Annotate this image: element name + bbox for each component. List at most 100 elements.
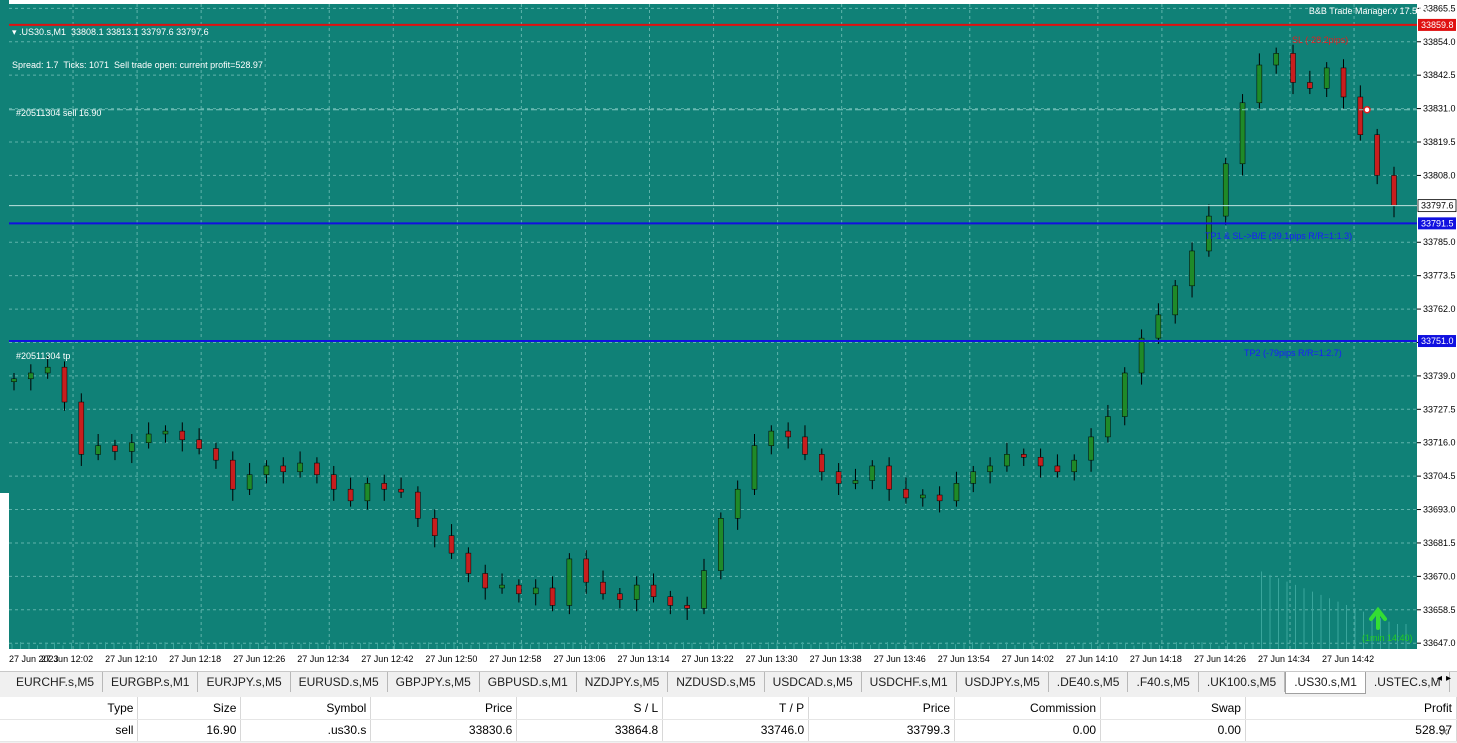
time-tick-label: 27 Jun 13:14 xyxy=(618,654,670,664)
candle-body xyxy=(1021,454,1027,458)
tab-eurgbp-s-m1[interactable]: EURGBP.s,M1 xyxy=(103,672,199,692)
candle-body xyxy=(1374,134,1380,176)
candle-body xyxy=(145,433,152,443)
order-label: #20511304 sell 16.90 xyxy=(16,108,102,118)
price-tick-label: 33716.0 xyxy=(1423,438,1456,448)
chart-window[interactable]: 33865.5 33854.0 33842.5 33831.0 33819.5 33808… xyxy=(0,0,1457,671)
smiley-icon xyxy=(1416,5,1427,16)
close-icon[interactable]: ✕ xyxy=(1440,726,1449,739)
current-price-label: 33797.6 xyxy=(1421,201,1454,211)
price-scale xyxy=(1417,0,1457,649)
tab-usdcad-s-m5[interactable]: USDCAD.s,M5 xyxy=(765,672,862,692)
candle-body xyxy=(768,430,775,446)
price-tick-label: 33704.5 xyxy=(1423,471,1456,481)
col-header[interactable]: Symbol xyxy=(240,697,372,720)
candle-body xyxy=(650,584,657,597)
plot-area xyxy=(9,4,1417,649)
candle-body xyxy=(61,366,68,403)
col-header[interactable]: Swap xyxy=(1100,697,1246,720)
candle-body xyxy=(1071,459,1077,473)
tab-eurjpy-s-m5[interactable]: EURJPY.s,M5 xyxy=(198,672,291,692)
col-header[interactable]: Size xyxy=(137,697,242,720)
time-tick-label: 27 Jun 12:34 xyxy=(297,654,349,664)
col-header[interactable]: T / P xyxy=(662,697,810,720)
tp2-text: TP2 (-79pips R/R=1:2.7) xyxy=(1244,348,1342,358)
col-header[interactable]: S / L xyxy=(516,697,664,720)
price-tick-label: 33831.0 xyxy=(1423,104,1456,114)
candle-body xyxy=(364,483,371,502)
candle-body xyxy=(583,558,589,583)
time-tick-label: 27 Jun 13:54 xyxy=(938,654,990,664)
table-row[interactable]: sell 16.90 .us30.s 33830.6 33864.8 33746.0 337… xyxy=(0,719,1457,742)
candle-body xyxy=(852,480,859,484)
time-tick-label: 27 Jun 12:50 xyxy=(425,654,477,664)
candle-body xyxy=(1256,64,1263,104)
table-cell: 0.00 xyxy=(1100,719,1246,742)
table-cell: 528.97 xyxy=(1245,719,1457,742)
price-tick-label: 33647.0 xyxy=(1423,638,1456,648)
candle-body xyxy=(1340,67,1347,98)
candle-body xyxy=(718,518,724,571)
symbol-header: ▾ .US30.s,M1 33808.1 33813.1 33797.6 337… xyxy=(12,27,209,37)
candle-body xyxy=(970,471,977,484)
candle-body xyxy=(448,535,455,554)
tp-label: #20511304 tp xyxy=(16,351,71,361)
candle-body xyxy=(1172,285,1178,316)
time-tick-label: 27 Jun 12:02 xyxy=(41,654,93,664)
table-cell: .us30.s xyxy=(240,719,372,742)
col-header[interactable]: Price xyxy=(370,697,518,720)
candle-body xyxy=(1273,53,1279,66)
candle-body xyxy=(785,430,791,438)
time-tick-label: 27 Jun 12:18 xyxy=(169,654,221,664)
table-cell: 33864.8 xyxy=(516,719,664,742)
sl-price-label: 33859.8 xyxy=(1421,20,1454,30)
table-cell: 0.00 xyxy=(954,719,1102,742)
col-header[interactable]: Profit xyxy=(1245,697,1457,720)
tab-de40-s-m5[interactable]: .DE40.s,M5 xyxy=(1049,672,1129,692)
col-header[interactable]: Price xyxy=(808,697,956,720)
tab-gbpusd-s-m1[interactable]: GBPUSD.s,M1 xyxy=(480,672,577,692)
price-tick-label: 33785.0 xyxy=(1423,237,1456,247)
tab-eurusd-s-m5[interactable]: EURUSD.s,M5 xyxy=(291,672,388,692)
price-tick-label: 33739.0 xyxy=(1423,371,1456,381)
tab-us30-s-m1[interactable]: .US30.s,M1 xyxy=(1285,672,1366,694)
tab-nzdusd-s-m5[interactable]: NZDUSD.s,M5 xyxy=(668,672,765,692)
candle-body xyxy=(802,436,808,455)
candle-body xyxy=(314,462,320,475)
price-tick-label: 33658.5 xyxy=(1423,605,1456,615)
tab-scroll-arrows[interactable]: ◂▸ xyxy=(1437,673,1455,684)
candle-body xyxy=(246,474,253,490)
chart-header: ▾ .US30.s,M1 33808.1 33813.1 33797.6 337… xyxy=(12,5,263,93)
candle-body xyxy=(1323,67,1330,89)
candle-body xyxy=(1391,175,1397,206)
candle-body xyxy=(1054,465,1061,473)
tab-f40-s-m5[interactable]: .F40.s,M5 xyxy=(1128,672,1199,692)
ea-title: B&B Trade Manager.v 17.5 xyxy=(1308,6,1417,16)
col-header[interactable]: Type xyxy=(0,697,139,720)
tab-usdjpy-s-m5[interactable]: USDJPY.s,M5 xyxy=(957,672,1049,692)
candle-body xyxy=(903,488,909,499)
col-header[interactable]: Commission xyxy=(954,697,1102,720)
candle-body xyxy=(280,465,287,473)
table-header-row: Type Size Symbol Price S / LT / P Price Commis… xyxy=(0,697,1457,720)
candle-body xyxy=(347,488,354,502)
tab-uk100-s-m5[interactable]: .UK100.s,M5 xyxy=(1199,672,1286,692)
candle-body xyxy=(936,494,943,502)
price-tick-label: 33808.0 xyxy=(1423,170,1456,180)
time-tick-label: 27 Jun 12:10 xyxy=(105,654,157,664)
candle-body xyxy=(398,488,404,493)
candle-body xyxy=(920,494,926,499)
candle-body xyxy=(1290,53,1296,83)
price-chart[interactable]: 33865.5 33854.0 33842.5 33831.0 33819.5 33808… xyxy=(0,0,1457,671)
tab-eurchf-s-m5[interactable]: EURCHF.s,M5 xyxy=(8,672,104,692)
candle-body xyxy=(1189,250,1195,287)
candle-body xyxy=(1155,314,1162,339)
price-tick-label: 33842.5 xyxy=(1423,70,1456,80)
candle-body xyxy=(835,471,842,484)
tab-nzdjpy-s-m5[interactable]: NZDJPY.s,M5 xyxy=(577,672,669,692)
candle-body xyxy=(516,584,522,595)
candle-body xyxy=(11,378,17,382)
candle-body xyxy=(886,465,892,490)
tab-usdchf-s-m1[interactable]: USDCHF.s,M1 xyxy=(862,672,957,692)
tab-gbpjpy-s-m5[interactable]: GBPJPY.s,M5 xyxy=(388,672,480,692)
